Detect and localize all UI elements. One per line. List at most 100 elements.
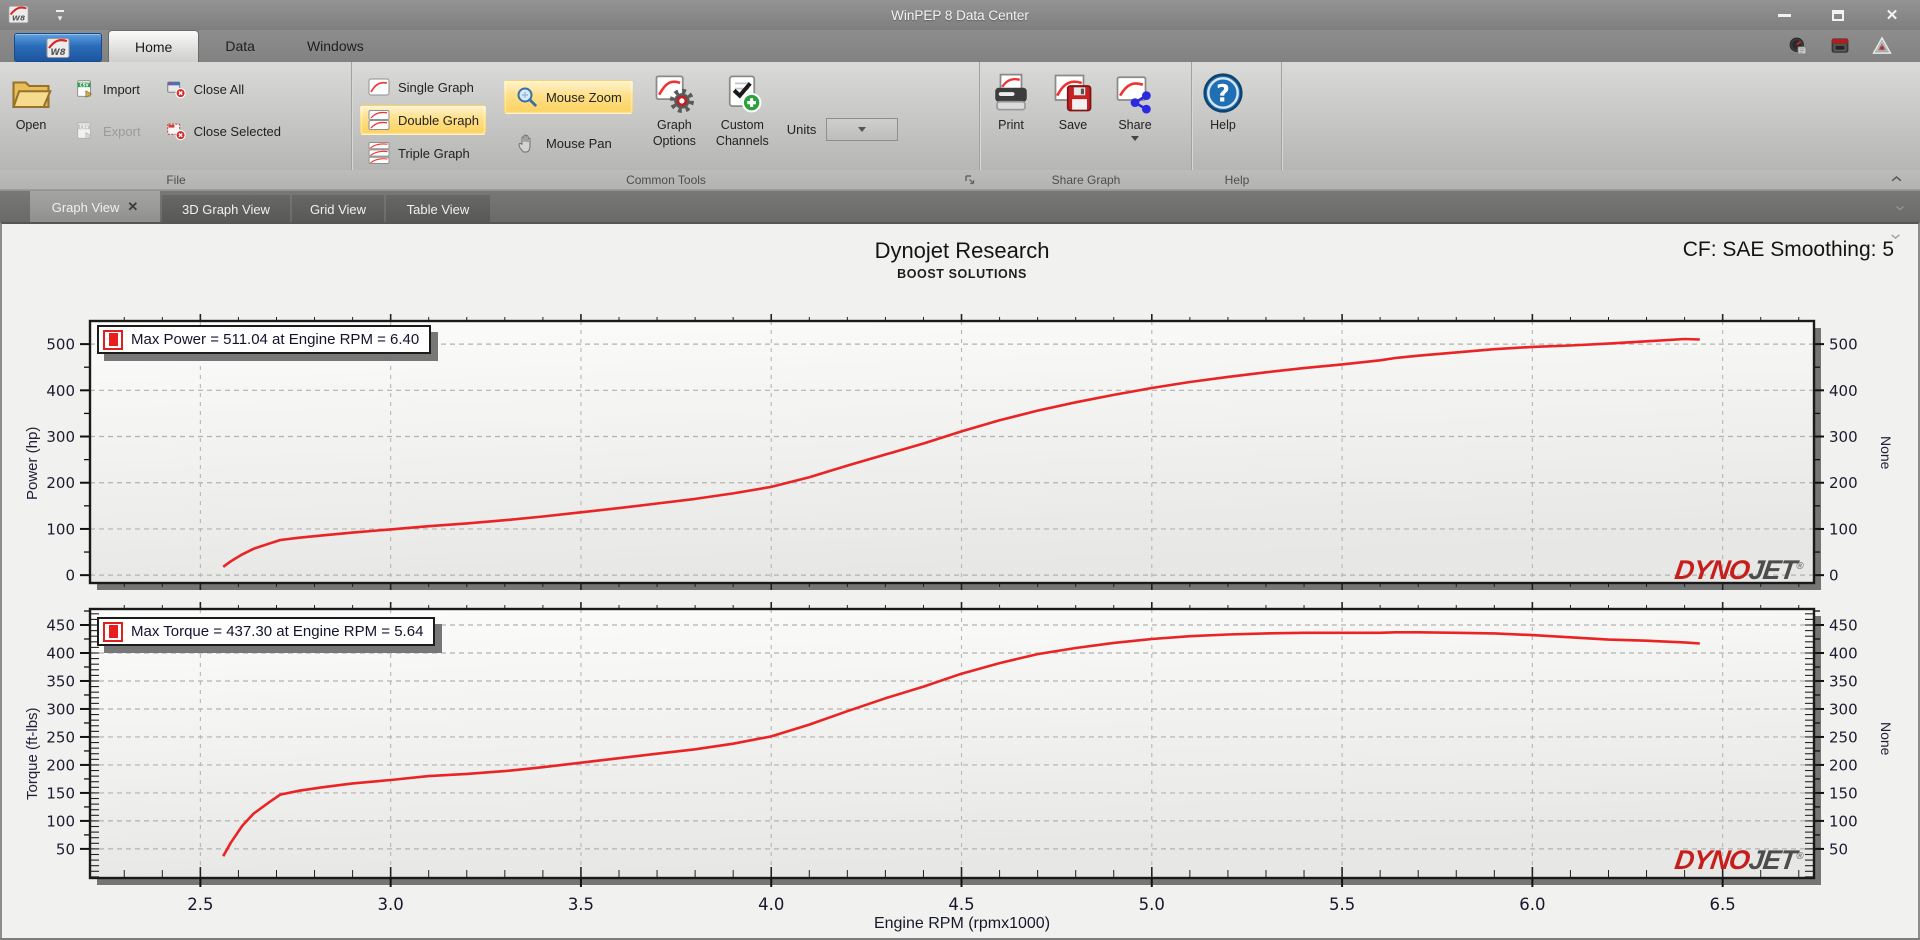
rpm-tick-label: 5.5 (1329, 895, 1355, 914)
torque-ytick-label: 400 (46, 644, 75, 662)
button-label: Custom Channels (715, 118, 769, 148)
close-selected-button[interactable]: Close Selected (159, 118, 287, 144)
power-ytick-label: 500 (46, 336, 75, 354)
dynojet-logo-bottom: DYNOJET® (1673, 845, 1804, 875)
close-all-button[interactable]: Close All (159, 76, 287, 102)
chevron-down-icon[interactable] (1894, 202, 1906, 214)
maximize-button[interactable] (1828, 6, 1848, 24)
export-button[interactable]: CSV Export (68, 118, 147, 144)
button-label: Close All (193, 81, 245, 97)
share-dropdown-arrow-icon[interactable] (1131, 135, 1139, 141)
torque-ytick-label-right: 300 (1829, 700, 1858, 718)
power-ytick-label: 100 (46, 520, 75, 538)
button-label: Double Graph (398, 112, 479, 128)
share-icon (1116, 76, 1151, 114)
rpm-tick-label: 4.0 (758, 895, 784, 914)
power-ytick-label-right: 300 (1829, 428, 1858, 446)
device-icon[interactable] (1830, 36, 1850, 56)
button-label: Help (1210, 118, 1236, 132)
torque-ytick-label-right: 250 (1829, 728, 1858, 746)
power-plot-area[interactable] (90, 321, 1814, 583)
double-graph-icon (368, 110, 390, 130)
rpm-tick-label: 6.0 (1519, 895, 1545, 914)
ribbon-collapse-chevron-up-icon[interactable] (1889, 172, 1904, 192)
view-tab-table-view[interactable]: Table View (386, 195, 490, 223)
button-label: Mouse Zoom (545, 89, 622, 105)
view-tab-strip: Graph View ✕ 3D Graph View Grid View Table V… (0, 190, 1920, 223)
torque-legend[interactable]: Max Torque = 437.30 at Engine RPM = 5.64 (97, 617, 436, 646)
torque-ytick-label: 100 (46, 812, 75, 830)
view-tab-graph-view[interactable]: Graph View ✕ (30, 191, 160, 223)
rpm-tick-label: 3.5 (568, 895, 594, 914)
save-button[interactable]: Save (1048, 70, 1098, 136)
rpm-tick-label: 4.5 (948, 895, 974, 914)
svg-text:CSV: CSV (80, 125, 90, 130)
view-tab-3d-graph-view[interactable]: 3D Graph View (162, 195, 290, 223)
graph-options-button[interactable]: Graph Options (649, 70, 700, 151)
chevron-up-icon[interactable] (1889, 172, 1904, 187)
button-label: Triple Graph (398, 145, 470, 161)
power-ytick-label-right: 400 (1829, 382, 1858, 400)
gauge-icon[interactable] (1788, 36, 1808, 56)
rpm-tick-label: 2.5 (187, 895, 213, 914)
import-icon: CSV (77, 80, 93, 98)
power-ytick-label: 300 (46, 428, 75, 446)
rpm-tick-label: 3.0 (378, 895, 404, 914)
chevron-down-icon (858, 127, 867, 132)
share-button[interactable]: Share (1110, 70, 1160, 143)
minimize-button[interactable] (1774, 6, 1794, 24)
double-graph-button[interactable]: Double Graph (360, 105, 486, 135)
export-icon: CSV (77, 122, 93, 140)
maximize-icon (1832, 9, 1844, 21)
custom-channels-button[interactable]: Custom Channels (712, 70, 773, 151)
application-menu-button[interactable]: W8 (14, 33, 102, 62)
title-bar: W8 ▾ WinPEP 8 Data Center ✕ (0, 0, 1920, 30)
view-tab-label: 3D Graph View (182, 201, 270, 217)
button-label: Single Graph (398, 79, 474, 95)
torque-axis-label: Torque (ft-lbs) (24, 707, 41, 800)
power-legend[interactable]: Max Power = 511.04 at Engine RPM = 6.40 (97, 325, 432, 354)
torque-ytick-label: 450 (46, 617, 75, 635)
close-button[interactable]: ✕ (1882, 6, 1902, 24)
single-graph-icon (368, 78, 390, 96)
ribbon-group-share-graph: Print Save Share (980, 62, 1192, 170)
open-button[interactable]: Open (6, 70, 56, 136)
view-tab-grid-view[interactable]: Grid View (292, 195, 384, 223)
triple-graph-icon (368, 142, 390, 164)
torque-ytick-label-right: 100 (1829, 812, 1858, 830)
mouse-pan-button[interactable]: Mouse Pan (504, 126, 633, 160)
ribbon-tab-data[interactable]: Data (199, 30, 281, 62)
torque-ytick-label-right: 200 (1829, 756, 1858, 774)
torque-ytick-label-right: 50 (1829, 840, 1848, 858)
custom-channels-icon (729, 75, 762, 113)
button-label: Mouse Pan (545, 135, 612, 151)
torque-legend-text: Max Torque = 437.30 at Engine RPM = 5.64 (131, 623, 424, 640)
power-ytick-label-right: 100 (1829, 520, 1858, 538)
torque-ytick-label: 150 (46, 784, 75, 802)
ribbon-tab-home[interactable]: Home (108, 30, 200, 62)
triple-graph-button[interactable]: Triple Graph (360, 138, 486, 168)
ribbon-tab-windows[interactable]: Windows (281, 30, 390, 62)
rpm-axis-label: Engine RPM (rpmx1000) (873, 915, 1051, 932)
minimize-icon (1777, 13, 1791, 17)
mouse-zoom-button[interactable]: Mouse Zoom (503, 80, 633, 114)
power-series-swatch (103, 329, 123, 350)
svg-text:?: ? (1216, 79, 1230, 107)
logo-triangle-icon[interactable] (1872, 36, 1892, 56)
print-button[interactable]: Print (986, 70, 1036, 136)
torque-ytick-label: 350 (46, 672, 75, 690)
ribbon-tab-row: W8 Home Data Windows (0, 30, 1920, 62)
svg-text:W8: W8 (50, 48, 65, 58)
close-icon: ✕ (1885, 6, 1899, 24)
dynojet-logo-top: DYNOJET® (1673, 555, 1804, 585)
tab-close-icon[interactable]: ✕ (127, 199, 138, 215)
units-dropdown[interactable] (826, 118, 899, 141)
single-graph-button[interactable]: Single Graph (360, 72, 486, 102)
dialog-launcher-icon[interactable] (963, 173, 976, 189)
import-button[interactable]: CSV Import (68, 76, 147, 102)
torque-ytick-label-right: 150 (1829, 784, 1858, 802)
torque-plot-area[interactable] (90, 609, 1814, 878)
power-ytick-label: 0 (65, 567, 75, 585)
save-icon (1054, 74, 1092, 112)
help-button[interactable]: ? Help (1198, 70, 1248, 136)
